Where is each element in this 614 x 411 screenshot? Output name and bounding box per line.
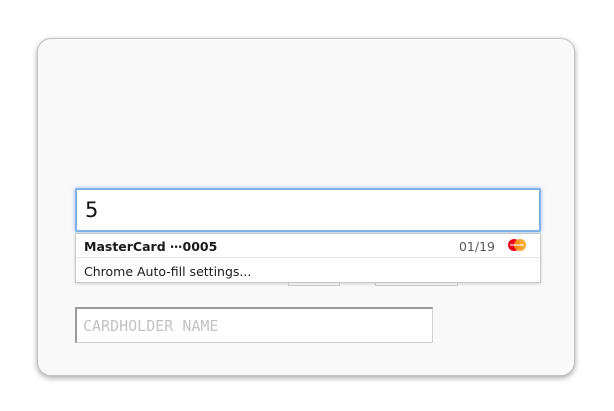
autofill-dropdown: MasterCard ⋯0005 01/19 Chrome Auto-fill … [75,233,541,283]
mastercard-icon [508,239,526,251]
suggestion-card-label: MasterCard ⋯0005 [84,239,218,254]
card-number-input[interactable] [75,188,541,232]
cardholder-name-input[interactable] [75,307,433,343]
autofill-settings-label: Chrome Auto-fill settings... [84,264,252,279]
autofill-settings-link[interactable]: Chrome Auto-fill settings... [76,259,540,283]
suggestion-expiry-date: 01/19 [458,239,495,254]
autofill-suggestion-mastercard[interactable]: MasterCard ⋯0005 01/19 [76,234,540,258]
